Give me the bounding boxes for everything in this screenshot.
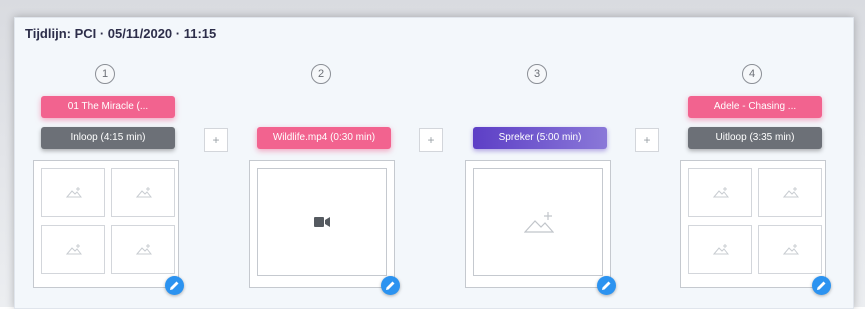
timeline-column-1: 1 01 The Miracle (... Inloop (4:15 min) [33, 18, 184, 308]
media-slot[interactable] [688, 225, 752, 274]
media-slot[interactable] [111, 225, 175, 274]
step-number: 3 [527, 64, 547, 84]
edit-button[interactable] [381, 276, 400, 295]
image-add-icon [783, 187, 799, 198]
timeline-column-3: 3 Spreker (5:00 min) [465, 18, 616, 308]
add-segment-button[interactable]: + [419, 128, 443, 152]
edit-button[interactable] [597, 276, 616, 295]
window-backdrop: Tijdlijn: PCI · 05/11/2020 · 11:15 1 01 … [0, 0, 865, 309]
media-box [465, 160, 616, 295]
image-add-icon [66, 244, 82, 255]
segment-chip[interactable]: Inloop (4:15 min) [41, 127, 175, 149]
image-add-icon [713, 187, 729, 198]
segment-chip[interactable]: Wildlife.mp4 (0:30 min) [257, 127, 391, 149]
pencil-icon [602, 281, 611, 290]
timeline-column-4: 4 Adele - Chasing ... Uitloop (3:35 min) [680, 18, 831, 308]
media-box [249, 160, 400, 295]
media-slot[interactable] [41, 225, 105, 274]
step-number: 4 [742, 64, 762, 84]
video-camera-icon [314, 217, 330, 227]
media-slot[interactable] [758, 168, 822, 217]
media-slot[interactable] [41, 168, 105, 217]
media-slot[interactable] [111, 168, 175, 217]
edit-button[interactable] [812, 276, 831, 295]
song-chip[interactable]: 01 The Miracle (... [41, 96, 175, 118]
step-number: 2 [311, 64, 331, 84]
add-segment-button[interactable]: + [204, 128, 228, 152]
media-slot[interactable] [473, 168, 603, 276]
timeline-column-2: 2 Wildlife.mp4 (0:30 min) [249, 18, 400, 308]
media-slot[interactable] [688, 168, 752, 217]
step-number: 1 [95, 64, 115, 84]
media-slot[interactable] [257, 168, 387, 276]
image-add-icon [524, 212, 554, 233]
image-add-icon [136, 244, 152, 255]
media-box [33, 160, 184, 295]
pencil-icon [170, 281, 179, 290]
image-add-icon [136, 187, 152, 198]
image-add-icon [783, 244, 799, 255]
segment-chip[interactable]: Spreker (5:00 min) [473, 127, 607, 149]
segment-chip[interactable]: Uitloop (3:35 min) [688, 127, 822, 149]
add-segment-button[interactable]: + [635, 128, 659, 152]
image-add-icon [66, 187, 82, 198]
media-slot[interactable] [758, 225, 822, 274]
pencil-icon [817, 281, 826, 290]
timeline-panel: Tijdlijn: PCI · 05/11/2020 · 11:15 1 01 … [14, 17, 854, 309]
image-add-icon [713, 244, 729, 255]
edit-button[interactable] [165, 276, 184, 295]
song-chip[interactable]: Adele - Chasing ... [688, 96, 822, 118]
media-box [680, 160, 831, 295]
pencil-icon [386, 281, 395, 290]
